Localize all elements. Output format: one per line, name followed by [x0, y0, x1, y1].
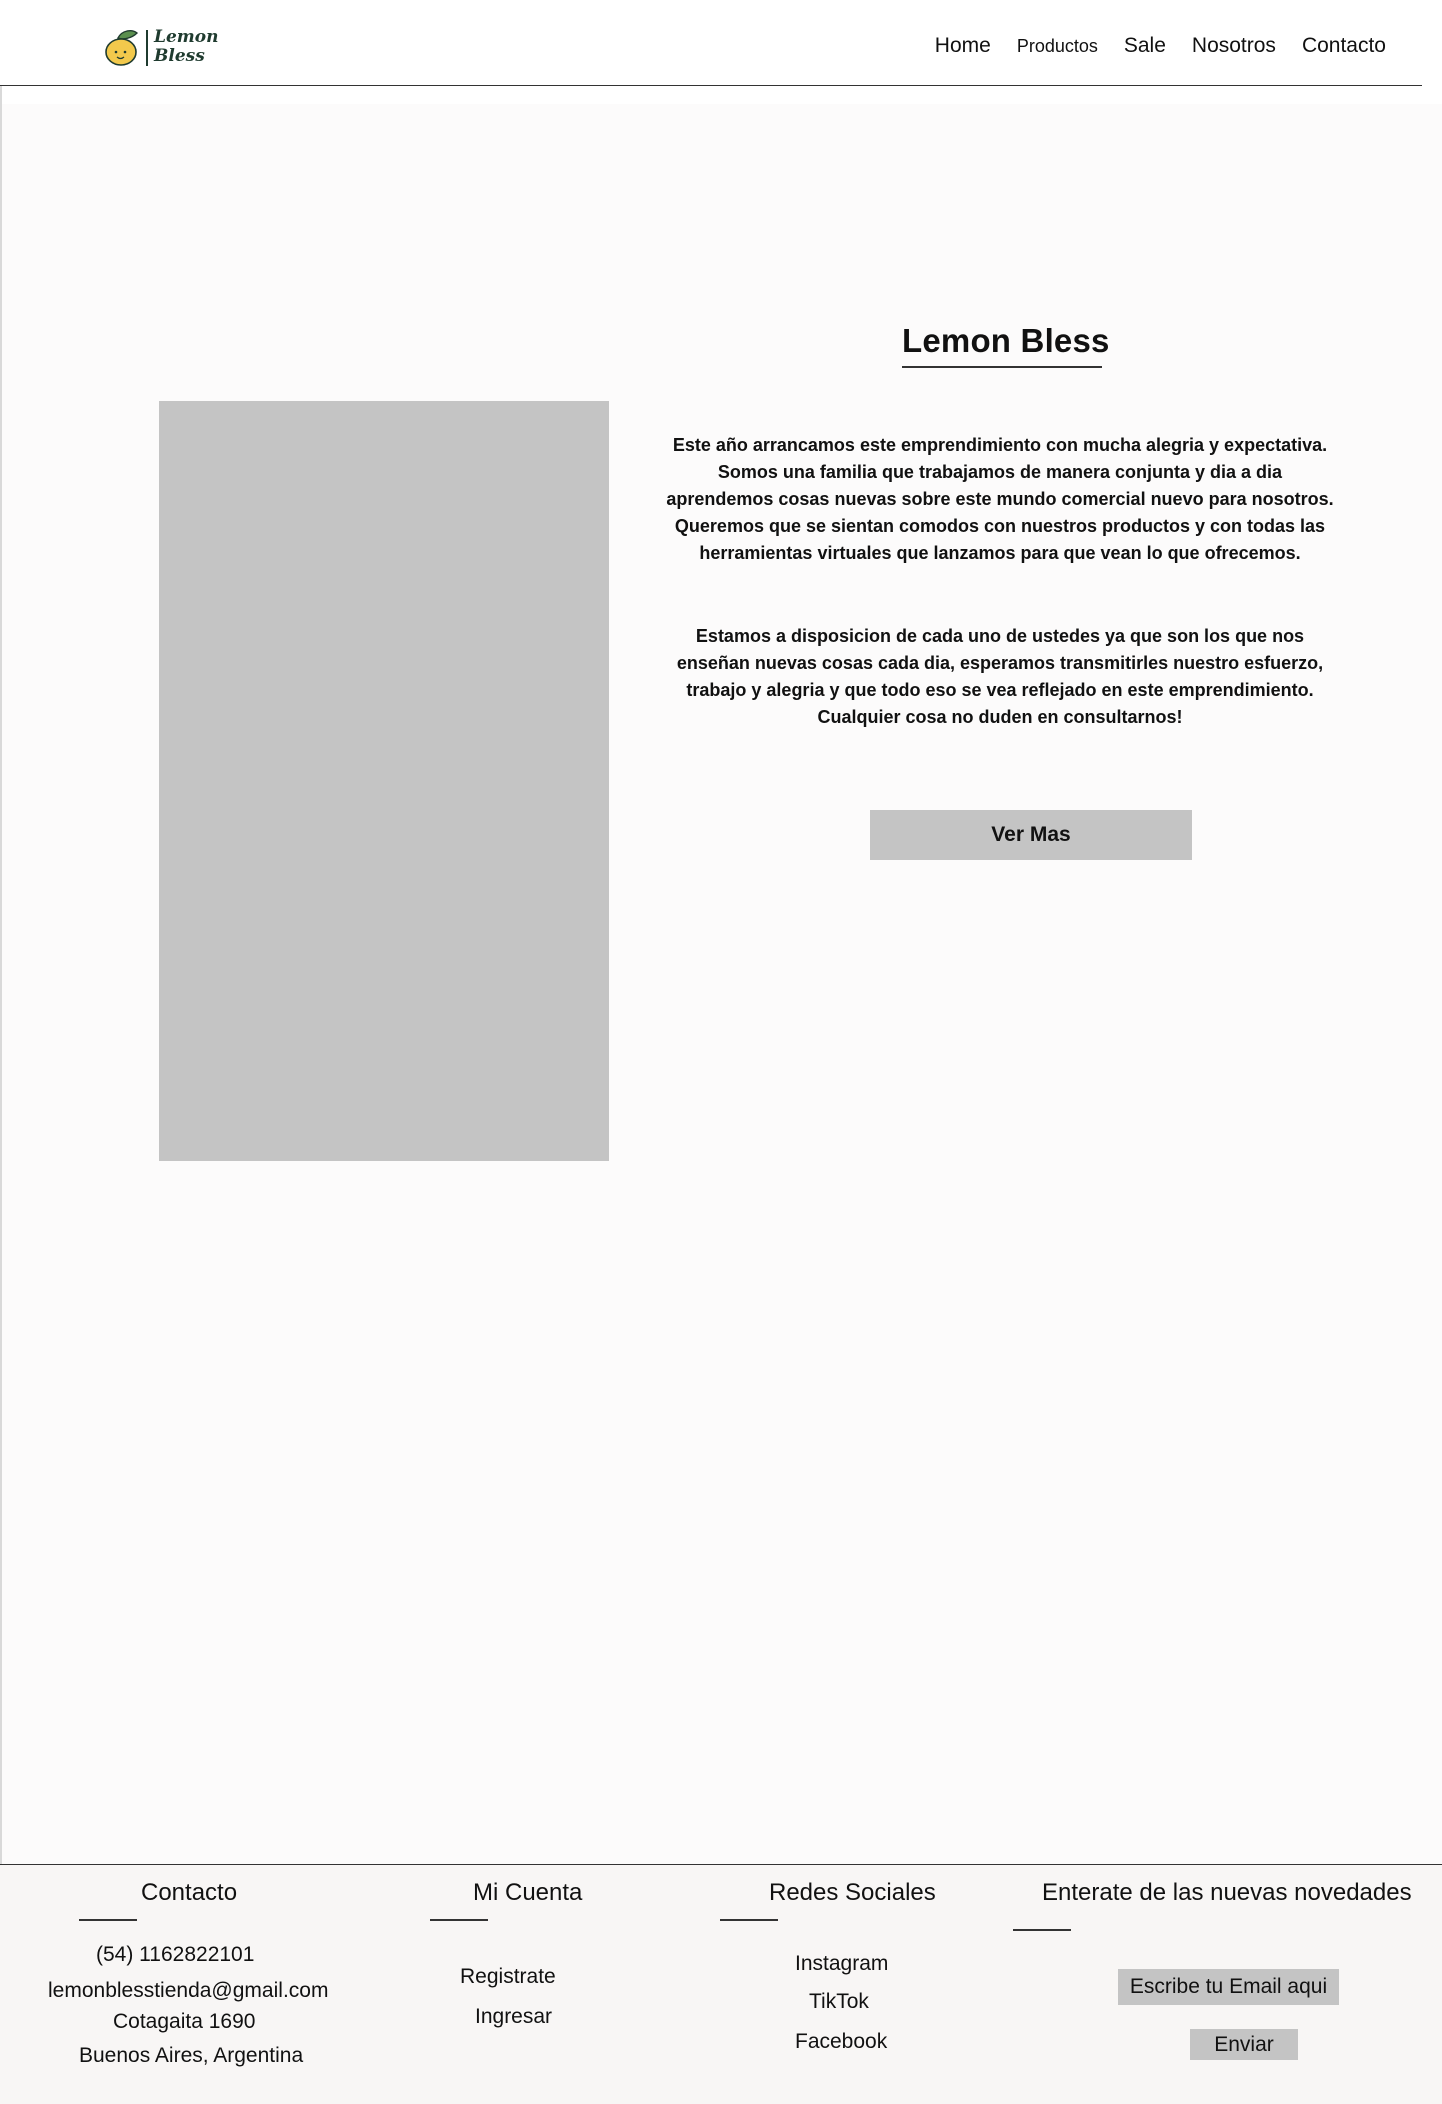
logo-divider [146, 30, 148, 66]
paragraph-line: trabajo y alegria y que todo eso se vea … [686, 680, 1314, 700]
footer-address: Cotagaita 1690 [113, 2010, 256, 2033]
nav-sale[interactable]: Sale [1124, 34, 1166, 58]
nav-nosotros[interactable]: Nosotros [1192, 34, 1276, 58]
main-nav: Home Productos Sale Nosotros Contacto [909, 34, 1386, 58]
logo-wordmark: Lemon Bless [154, 28, 224, 66]
about-image-placeholder [159, 401, 609, 1161]
footer-redes-underline [720, 1919, 778, 1921]
paragraph-line: Cualquier cosa no duden en consultarnos! [817, 707, 1183, 727]
footer-instagram-link[interactable]: Instagram [795, 1952, 888, 1976]
newsletter-email-input[interactable] [1118, 1969, 1339, 2005]
newsletter-submit-button[interactable]: Enviar [1190, 2029, 1298, 2060]
footer-redes-heading: Redes Sociales [769, 1879, 936, 1906]
lemon-icon [105, 30, 139, 66]
ver-mas-button[interactable]: Ver Mas [870, 810, 1192, 860]
brand-logo[interactable]: Lemon Bless [104, 26, 218, 70]
paragraph-line: Este año arrancamos este emprendimiento … [672, 435, 1328, 455]
footer-cuenta-underline [430, 1919, 488, 1921]
site-header: Lemon Bless Home Productos Sale Nosotros… [0, 0, 1422, 86]
paragraph-line: herramientas virtuales que lanzamos para… [699, 543, 1301, 563]
footer-contacto-underline [79, 1919, 137, 1921]
paragraph-line: Queremos que se sientan comodos con nues… [674, 516, 1326, 536]
footer-contacto-heading: Contacto [141, 1879, 238, 1906]
footer-facebook-link[interactable]: Facebook [795, 2030, 887, 2054]
nav-productos[interactable]: Productos [1017, 36, 1098, 57]
logo-line-2: Bless [154, 46, 205, 66]
footer-novedades-heading: Enterate de las nuevas novedades [1042, 1879, 1412, 1906]
paragraph-line: enseñan nuevas cosas cada dia, esperamos… [676, 653, 1324, 673]
footer-novedades-underline [1013, 1929, 1071, 1931]
paragraph-line: Somos una familia que trabajamos de mane… [717, 462, 1283, 482]
about-title: Lemon Bless [902, 322, 1110, 359]
paragraph-line: Estamos a disposicion de cada uno de ust… [695, 626, 1305, 646]
footer-tiktok-link[interactable]: TikTok [809, 1990, 869, 2014]
logo-line-1: Lemon [154, 27, 219, 47]
footer-ingresar-link[interactable]: Ingresar [475, 2005, 552, 2029]
footer-city: Buenos Aires, Argentina [79, 2044, 304, 2067]
footer-registrate-link[interactable]: Registrate [460, 1965, 556, 1989]
footer-cuenta-heading: Mi Cuenta [473, 1879, 583, 1906]
nav-home[interactable]: Home [935, 34, 991, 58]
footer-phone: (54) 1162822101 [96, 1943, 255, 1966]
nav-contacto[interactable]: Contacto [1302, 34, 1386, 58]
about-paragraph-2: Estamos a disposicion de cada uno de ust… [650, 623, 1350, 731]
title-underline [902, 366, 1102, 368]
paragraph-line: aprendemos cosas nuevas sobre este mundo… [666, 489, 1334, 509]
about-paragraph-1: Este año arrancamos este emprendimiento … [650, 432, 1350, 567]
site-footer: Contacto (54) 1162822101 lemonblesstiend… [0, 1864, 1442, 2104]
footer-email[interactable]: lemonblesstienda@gmail.com [48, 1979, 328, 2003]
about-section [2, 104, 1442, 1864]
